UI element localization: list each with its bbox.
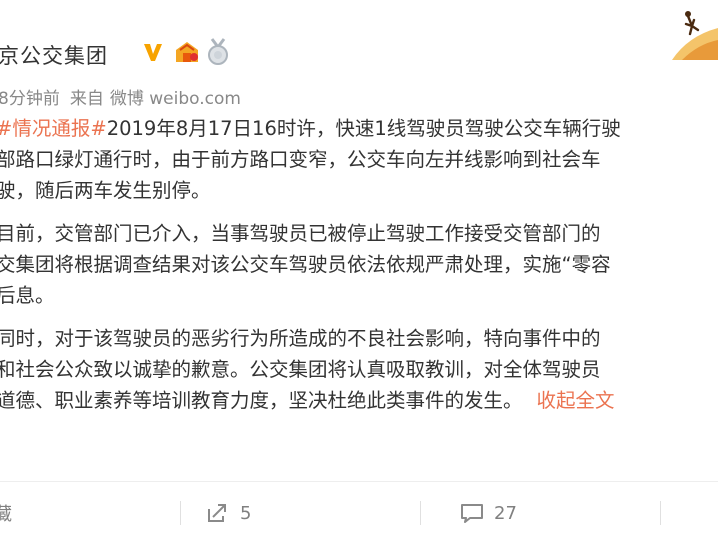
action-bar: 藏 5 27 bbox=[0, 495, 718, 531]
source-url[interactable]: weibo.com bbox=[149, 89, 241, 109]
author-name[interactable]: 京公交集团 bbox=[0, 40, 108, 68]
corner-decoration-icon bbox=[672, 11, 718, 60]
comment-count: 27 bbox=[494, 502, 517, 524]
verified-badge-icon bbox=[144, 44, 162, 61]
action-separator bbox=[660, 501, 661, 525]
action-separator bbox=[420, 501, 421, 525]
comment-icon bbox=[461, 504, 483, 523]
post-line-text: 2019年8月17日16时许，快速1线驾驶员驾驶公交车辆行驶 bbox=[106, 117, 621, 140]
post-time[interactable]: 8分钟前 bbox=[0, 89, 60, 109]
post-line: 驶，随后两车发生别停。 bbox=[0, 179, 211, 202]
post-line: 交集团将根据调查结果对该公交车驾驶员依法依规严肃处理，实施“零容 bbox=[0, 253, 611, 276]
hashtag-link[interactable]: #情况通报# bbox=[0, 117, 107, 140]
favorite-button[interactable]: 藏 bbox=[0, 495, 12, 531]
post-meta: 8分钟前 来自 微博 weibo.com bbox=[0, 84, 241, 109]
post-line: 部路口绿灯通行时，由于前方路口变窄，公交车向左并线影响到社会车 bbox=[0, 148, 601, 171]
favorite-label: 藏 bbox=[0, 504, 12, 525]
post-body: #情况通报#2019年8月17日16时许，快速1线驾驶员驾驶公交车辆行驶 部路口… bbox=[0, 113, 718, 416]
post-line: 道德、职业素养等培训教育力度，坚决杜绝此类事件的发生。 收起全文 bbox=[0, 385, 718, 416]
collapse-full-text-link[interactable]: 收起全文 bbox=[537, 389, 615, 412]
source-prefix: 来自 bbox=[69, 89, 104, 109]
repost-icon bbox=[208, 504, 226, 522]
comment-button[interactable]: 27 bbox=[460, 495, 517, 531]
post-line: 同时，对于该驾驶员的恶劣行为所造成的不良社会影响，特向事件中的 bbox=[0, 327, 601, 350]
medal-icon[interactable] bbox=[206, 38, 230, 66]
repost-button[interactable]: 5 bbox=[206, 495, 251, 531]
divider bbox=[0, 481, 718, 482]
post-line: 目前，交管部门已介入，当事驾驶员已被停止驾驶工作接受交管部门的 bbox=[0, 222, 601, 245]
post-line: #情况通报#2019年8月17日16时许，快速1线驾驶员驾驶公交车辆行驶 bbox=[0, 113, 718, 144]
source-name[interactable]: 微博 bbox=[110, 89, 144, 109]
post-line: 后息。 bbox=[0, 284, 55, 307]
action-separator bbox=[180, 501, 181, 525]
member-icon[interactable] bbox=[174, 40, 200, 64]
repost-count: 5 bbox=[240, 502, 252, 524]
post-line-text: 道德、职业素养等培训教育力度，坚决杜绝此类事件的发生。 bbox=[0, 389, 523, 412]
post-line: 和社会公众致以诚挚的歉意。公交集团将认真吸取教训，对全体驾驶员 bbox=[0, 358, 601, 381]
